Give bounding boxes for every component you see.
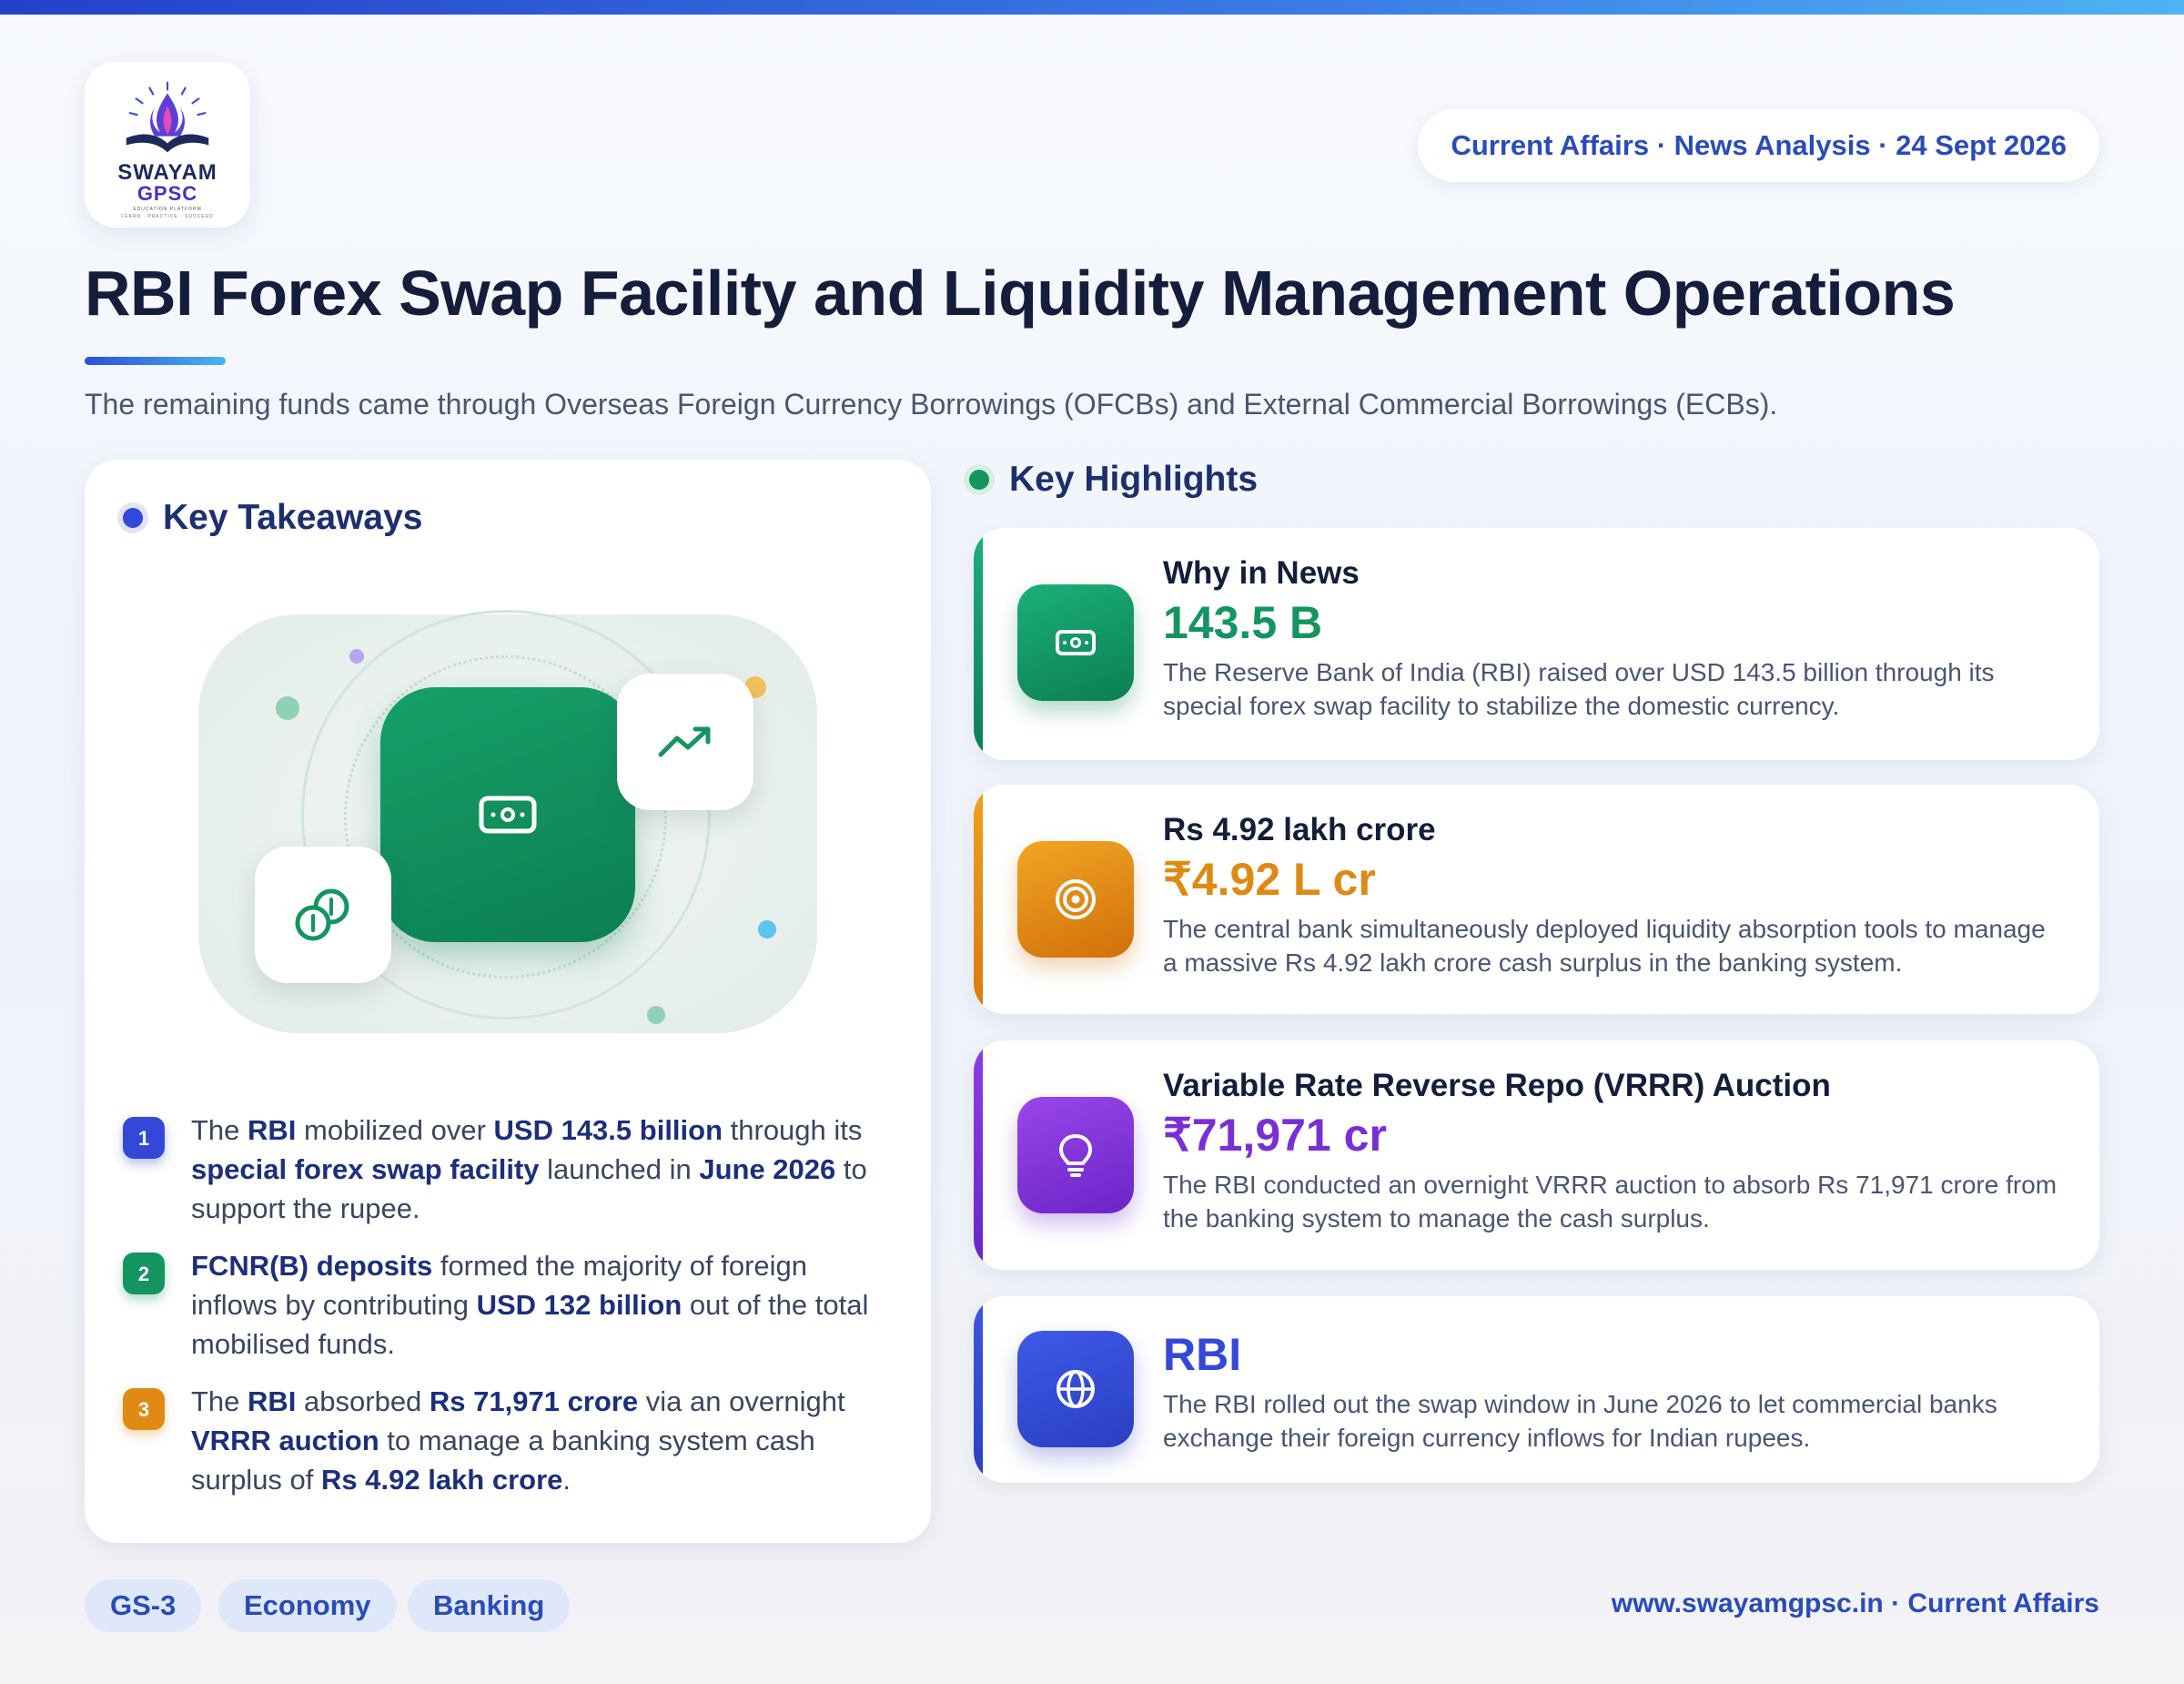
trend-tile (617, 674, 753, 810)
banknote-icon (479, 796, 537, 834)
key-takeaways-heading-text: Key Takeaways (163, 498, 423, 537)
trending-up-icon (658, 726, 711, 757)
finance-illustration (198, 610, 817, 1033)
target-icon (1017, 841, 1134, 958)
takeaway-item: 2 FCNR(B) deposits formed the majority of… (123, 1246, 896, 1364)
takeaway-number-badge: 2 (123, 1253, 165, 1294)
bullet-dot-icon (123, 508, 143, 528)
tag-economy[interactable]: Economy (218, 1579, 397, 1632)
takeaway-emphasis: Rs 4.92 lakh crore (321, 1464, 563, 1496)
card-accent-bar (974, 1040, 983, 1270)
takeaway-number-badge: 1 (123, 1117, 165, 1159)
card-accent-bar (974, 528, 983, 760)
date-badge-text: Current Affairs · News Analysis · 24 Sep… (1451, 129, 2067, 161)
takeaway-emphasis: VRRR auction (191, 1425, 379, 1456)
highlight-title: Why in News (1163, 555, 1360, 591)
date-badge: Current Affairs · News Analysis · 24 Sep… (1418, 109, 2099, 182)
tag-gs3[interactable]: GS-3 (85, 1579, 202, 1632)
highlight-card-why-in-news: Why in News 143.5 B The Reserve Bank of … (974, 528, 2099, 760)
highlight-value: RBI (1163, 1329, 1242, 1380)
decor-dot (758, 920, 776, 938)
highlight-card-vrrr-auction: Variable Rate Reverse Repo (VRRR) Auctio… (974, 1040, 2099, 1270)
coins-icon (295, 888, 349, 941)
brand-name-line1: SWAYAM (117, 160, 217, 185)
tag-banking[interactable]: Banking (408, 1579, 571, 1632)
card-accent-bar (974, 785, 983, 1014)
takeaway-number-badge: 3 (123, 1388, 165, 1430)
decor-dot (647, 1006, 665, 1024)
takeaway-text: absorbed (296, 1385, 430, 1417)
lightbulb-icon (1017, 1097, 1134, 1213)
takeaway-text: launched in (539, 1153, 700, 1185)
takeaway-text: . (562, 1464, 571, 1496)
takeaway-emphasis: RBI (248, 1385, 297, 1417)
title-underline (85, 357, 226, 365)
takeaway-text: through its (723, 1114, 863, 1146)
takeaway-emphasis: special forex swap facility (191, 1153, 540, 1185)
brand-logo[interactable]: SWAYAM GPSC EDUCATION PLATFORM LEARN · P… (85, 62, 250, 228)
highlight-value: 143.5 B (1163, 597, 1323, 648)
brand-motto: LEARN · PRACTICE · SUCCEED (121, 214, 214, 219)
takeaway-text: The (191, 1114, 248, 1146)
highlight-description: The central bank simultaneously deployed… (1163, 915, 2046, 977)
decor-dot (349, 649, 364, 664)
highlight-description: The RBI conducted an overnight VRRR auct… (1163, 1171, 2058, 1233)
top-accent-bar (0, 0, 2184, 15)
bullet-dot-icon (969, 470, 989, 490)
highlight-value: ₹4.92 L cr (1163, 854, 1376, 905)
highlight-title: Rs 4.92 lakh crore (1163, 812, 1436, 847)
highlight-description: The RBI rolled out the swap window in Ju… (1163, 1390, 1997, 1452)
highlight-title: Variable Rate Reverse Repo (VRRR) Auctio… (1163, 1068, 1831, 1103)
takeaway-text: mobilized over (296, 1114, 494, 1146)
key-takeaways-heading: Key Takeaways (123, 498, 422, 538)
takeaway-emphasis: June 2026 (699, 1153, 836, 1185)
takeaways-list: 1 The RBI mobilized over USD 143.5 billio… (123, 1111, 896, 1517)
key-takeaways-card: Key Takeaways 1 The RBI mobilized over U… (85, 460, 931, 1543)
highlight-value: ₹71,971 cr (1163, 1110, 1387, 1161)
takeaway-emphasis: USD 132 billion (476, 1289, 682, 1321)
page-title: RBI Forex Swap Facility and Liquidity Ma… (85, 258, 1956, 329)
footer-website-link[interactable]: www.swayamgpsc.in · Current Affairs (1612, 1588, 2099, 1619)
brand-name-line2: GPSC (136, 182, 198, 205)
main-banknote-tile (380, 687, 635, 942)
takeaway-text: The (191, 1385, 248, 1417)
highlight-card-rbi: RBI The RBI rolled out the swap window i… (974, 1296, 2099, 1483)
takeaway-text: via an overnight (638, 1385, 845, 1417)
takeaway-emphasis: FCNR(B) deposits (191, 1250, 433, 1282)
brand-tagline: EDUCATION PLATFORM (133, 207, 202, 212)
takeaway-emphasis: Rs 71,971 crore (429, 1385, 639, 1417)
takeaway-item: 3 The RBI absorbed Rs 71,971 crore via an… (123, 1382, 896, 1499)
page-subtitle: The remaining funds came through Oversea… (85, 388, 1778, 421)
highlight-description: The Reserve Bank of India (RBI) raised o… (1163, 658, 1995, 720)
takeaway-item: 1 The RBI mobilized over USD 143.5 billio… (123, 1111, 896, 1228)
takeaway-emphasis: USD 143.5 billion (493, 1114, 723, 1146)
coins-tile (255, 847, 391, 983)
key-highlights-heading-text: Key Highlights (1009, 460, 1259, 499)
globe-icon (1017, 1331, 1134, 1447)
takeaway-emphasis: RBI (248, 1114, 297, 1146)
card-accent-bar (974, 1296, 983, 1483)
highlight-card-cash-surplus: Rs 4.92 lakh crore ₹4.92 L cr The centra… (974, 785, 2099, 1014)
key-highlights-heading: Key Highlights (969, 460, 1258, 500)
flame-book-logo-icon (126, 81, 209, 153)
banknote-icon (1017, 584, 1134, 701)
decor-dot (276, 696, 299, 720)
